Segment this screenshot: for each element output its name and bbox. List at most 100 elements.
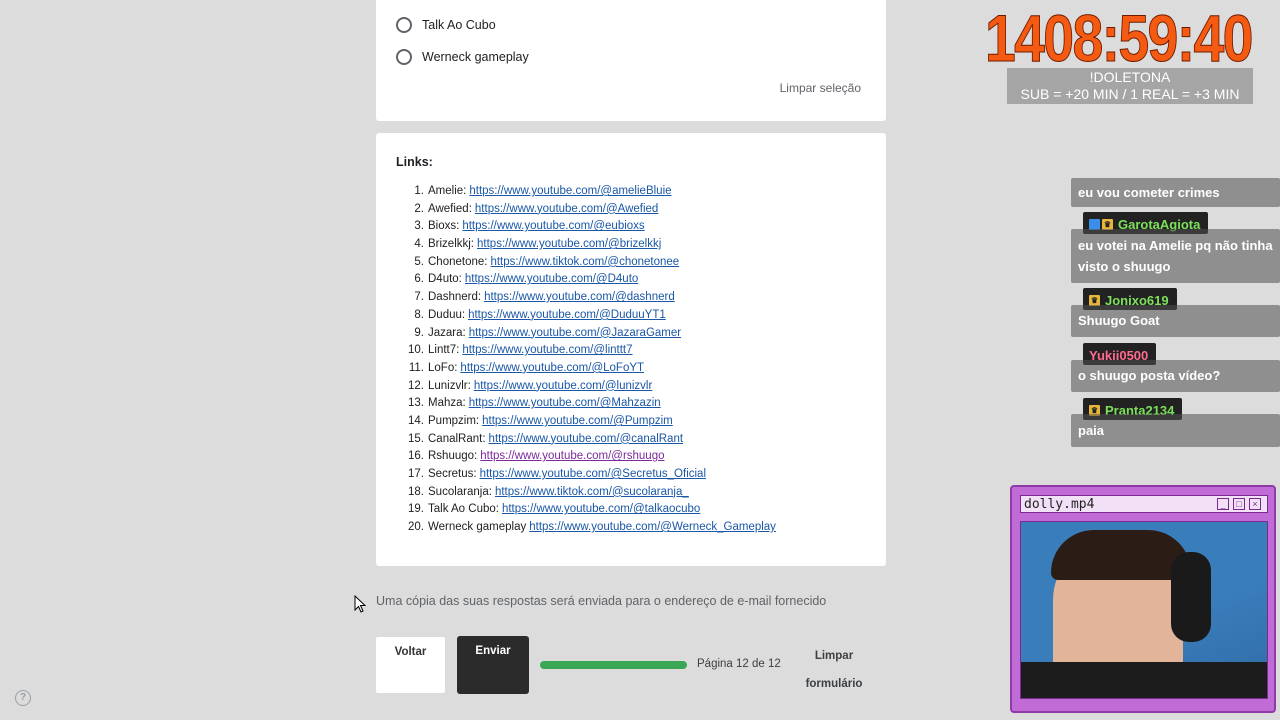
link-number: 8.	[414, 308, 424, 321]
link-item: 14. Pumpzim: https://www.youtube.com/@Pump…	[396, 413, 776, 431]
link-url[interactable]: https://www.youtube.com/@eubioxs	[462, 218, 644, 236]
link-name: Duduu:	[428, 308, 466, 321]
link-name: Chonetone:	[428, 255, 488, 268]
link-url[interactable]: https://www.youtube.com/@LoFoYT	[460, 360, 644, 378]
link-item: 2. Awefied: https://www.youtube.com/@Awefi…	[396, 201, 776, 219]
help-icon[interactable]: ?	[15, 690, 31, 706]
radio-button[interactable]	[396, 49, 412, 65]
link-name: Dashnerd:	[428, 291, 482, 304]
link-url[interactable]: https://www.youtube.com/@Werneck_Gamepla…	[529, 519, 776, 537]
link-item: 16. Rshuugo: https://www.youtube.com/@rshu…	[396, 448, 776, 466]
minimize-icon: _	[1217, 498, 1229, 510]
progress-bar	[540, 661, 687, 669]
link-url[interactable]: https://www.tiktok.com/@chonetonee	[490, 254, 679, 272]
option-talk-ao-cubo[interactable]: Talk Ao Cubo	[396, 17, 496, 33]
link-number: 5.	[414, 255, 424, 268]
sub-info-line1: !DOLETONA	[1089, 69, 1171, 85]
link-number: 20.	[408, 521, 424, 534]
link-url[interactable]: https://www.youtube.com/@Secretus_Oficia…	[480, 466, 706, 484]
link-number: 19.	[408, 503, 424, 516]
link-number: 1.	[414, 185, 424, 197]
link-name: Lunizvlr:	[428, 379, 471, 392]
link-item: 11. LoFo: https://www.youtube.com/@LoFoYT	[396, 360, 776, 378]
link-url[interactable]: https://www.youtube.com/@brizelkkj	[477, 236, 661, 254]
link-number: 18.	[408, 485, 424, 498]
link-item: 13. Mahza: https://www.youtube.com/@Mahzaz…	[396, 395, 776, 413]
link-name: Rshuugo:	[428, 450, 478, 463]
link-name: Lintt7:	[428, 344, 460, 357]
clear-selection-button[interactable]: Limpar seleção	[780, 81, 861, 95]
headphone-icon	[1171, 552, 1211, 642]
link-item: 20. Werneck gameplay https://www.youtube.c…	[396, 519, 776, 537]
link-url[interactable]: https://www.youtube.com/@Pumpzim	[482, 413, 673, 431]
link-item: 6. D4uto: https://www.youtube.com/@D4uto	[396, 271, 776, 289]
link-url[interactable]: https://www.youtube.com/@D4uto	[465, 271, 638, 289]
link-name: Amelie:	[428, 185, 467, 197]
link-name: Brizelkkj:	[428, 238, 475, 251]
link-url[interactable]: https://www.youtube.com/@Mahzazin	[469, 395, 661, 413]
link-name: Awefied:	[428, 202, 472, 215]
chat-message: o shuugo posta vídeo?	[1071, 360, 1280, 392]
subathon-timer: 1408:59:40	[985, 1, 1254, 76]
link-item: 1. Amelie: https://www.youtube.com/@amelie…	[396, 183, 776, 201]
link-name: CanalRant:	[428, 432, 486, 445]
chat-message: paia	[1071, 414, 1280, 447]
link-url[interactable]: https://www.youtube.com/@linttt7	[462, 342, 632, 360]
links-list: 1. Amelie: https://www.youtube.com/@amelie…	[396, 183, 776, 537]
link-url[interactable]: https://www.youtube.com/@talkaocubo	[502, 501, 700, 519]
option-werneck-gameplay[interactable]: Werneck gameplay	[396, 49, 529, 65]
link-name: Pumpzim:	[428, 414, 480, 427]
link-item: 5. Chonetone: https://www.tiktok.com/@chon…	[396, 254, 776, 272]
link-url[interactable]: https://www.youtube.com/@canalRant	[489, 431, 684, 449]
link-name: D4uto:	[428, 273, 462, 286]
link-url[interactable]: https://www.youtube.com/@Awefied	[475, 201, 658, 219]
link-item: 18. Sucolaranja: https://www.tiktok.com/@s…	[396, 484, 776, 502]
link-number: 6.	[414, 273, 424, 286]
link-number: 17.	[408, 468, 424, 480]
link-number: 4.	[414, 238, 424, 251]
link-number: 2.	[414, 202, 424, 215]
link-number: 9.	[414, 326, 424, 339]
copy-note: Uma cópia das suas respostas será enviad…	[376, 594, 827, 608]
player-title-bar: dolly.mp4 _ □ ×	[1020, 495, 1268, 513]
clear-form-button[interactable]: Limpar formulário	[803, 642, 865, 698]
streamer-shirt	[1021, 662, 1267, 698]
link-url[interactable]: https://www.youtube.com/@JazaraGamer	[469, 325, 681, 343]
back-button[interactable]: Voltar	[375, 636, 446, 694]
link-url[interactable]: https://www.youtube.com/@rshuugo	[480, 448, 664, 466]
link-url[interactable]: https://www.youtube.com/@amelieBluie	[469, 183, 671, 201]
link-item: 15. CanalRant: https://www.youtube.com/@ca…	[396, 431, 776, 449]
link-number: 10.	[408, 344, 424, 357]
maximize-icon: □	[1233, 498, 1245, 510]
player-title: dolly.mp4	[1024, 497, 1095, 512]
link-number: 13.	[408, 397, 424, 410]
link-name: Talk Ao Cubo:	[428, 503, 499, 516]
link-url[interactable]: https://www.tiktok.com/@sucolaranja_	[495, 484, 689, 502]
sub-info-box: !DOLETONA SUB = +20 MIN / 1 REAL = +3 MI…	[1007, 68, 1253, 104]
radio-button[interactable]	[396, 17, 412, 33]
link-name: LoFo:	[428, 361, 458, 374]
link-url[interactable]: https://www.youtube.com/@DuduuYT1	[468, 307, 666, 325]
webcam-video	[1020, 521, 1268, 699]
crown-badge-icon: ♛	[1089, 294, 1100, 306]
link-url[interactable]: https://www.youtube.com/@dashnerd	[484, 289, 675, 307]
link-name: Jazara:	[428, 326, 466, 339]
chat-message-text: eu votei na Amelie pq não tinha visto o …	[1078, 238, 1273, 274]
chat-message: eu votei na Amelie pq não tinha visto o …	[1071, 229, 1280, 283]
link-number: 15.	[408, 432, 424, 445]
mouse-cursor-icon	[354, 595, 366, 613]
link-item: 12. Lunizvlr: https://www.youtube.com/@lun…	[396, 378, 776, 396]
link-name: Werneck gameplay	[428, 521, 527, 534]
options-card: Talk Ao Cubo Werneck gameplay Limpar sel…	[375, 0, 887, 122]
video-player-window: dolly.mp4 _ □ ×	[1010, 485, 1276, 713]
crown-badge-icon: ♛	[1102, 218, 1113, 230]
option-label: Werneck gameplay	[422, 50, 529, 64]
chat-message-text: o shuugo posta vídeo?	[1078, 368, 1221, 383]
link-item: 4. Brizelkkj: https://www.youtube.com/@bri…	[396, 236, 776, 254]
chat-message-text: eu vou cometer crimes	[1078, 185, 1220, 200]
send-button[interactable]: Enviar	[457, 636, 529, 694]
link-number: 3.	[414, 220, 424, 233]
link-url[interactable]: https://www.youtube.com/@lunizvlr	[474, 378, 653, 396]
link-item: 7. Dashnerd: https://www.youtube.com/@dash…	[396, 289, 776, 307]
close-icon: ×	[1249, 498, 1261, 510]
